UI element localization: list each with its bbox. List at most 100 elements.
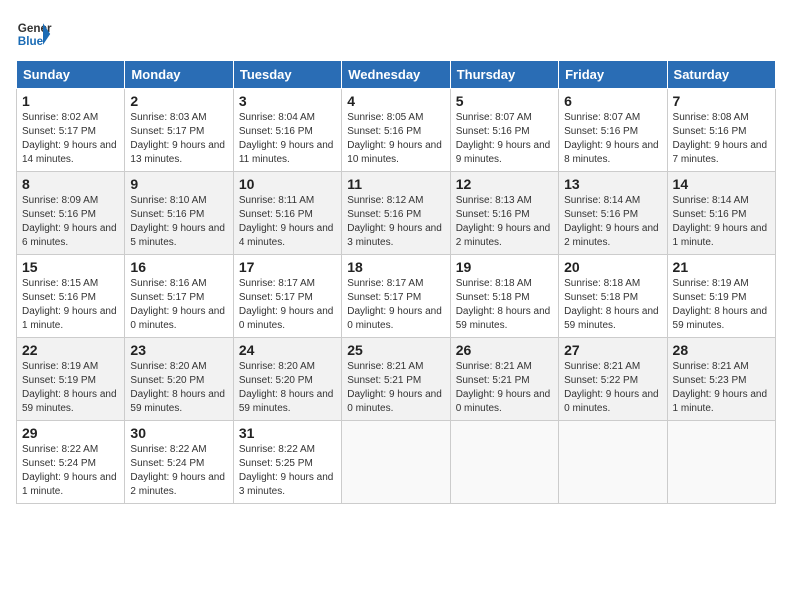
- logo: General Blue: [16, 16, 52, 52]
- weekday-header-tuesday: Tuesday: [233, 61, 341, 89]
- calendar-day-26: 26 Sunrise: 8:21 AMSunset: 5:21 PMDaylig…: [450, 338, 558, 421]
- calendar-day-19: 19 Sunrise: 8:18 AMSunset: 5:18 PMDaylig…: [450, 255, 558, 338]
- day-number: 27: [564, 342, 661, 358]
- day-info: Sunrise: 8:20 AMSunset: 5:20 PMDaylight:…: [130, 361, 225, 414]
- day-number: 30: [130, 425, 227, 441]
- calendar-day-17: 17 Sunrise: 8:17 AMSunset: 5:17 PMDaylig…: [233, 255, 341, 338]
- weekday-header-wednesday: Wednesday: [342, 61, 450, 89]
- svg-text:Blue: Blue: [18, 35, 44, 48]
- day-info: Sunrise: 8:18 AMSunset: 5:18 PMDaylight:…: [456, 278, 551, 331]
- day-number: 26: [456, 342, 553, 358]
- calendar-day-9: 9 Sunrise: 8:10 AMSunset: 5:16 PMDayligh…: [125, 172, 233, 255]
- weekday-header-saturday: Saturday: [667, 61, 775, 89]
- calendar-day-12: 12 Sunrise: 8:13 AMSunset: 5:16 PMDaylig…: [450, 172, 558, 255]
- day-number: 22: [22, 342, 119, 358]
- day-number: 15: [22, 259, 119, 275]
- calendar-day-2: 2 Sunrise: 8:03 AMSunset: 5:17 PMDayligh…: [125, 89, 233, 172]
- header: General Blue: [16, 16, 776, 52]
- day-info: Sunrise: 8:15 AMSunset: 5:16 PMDaylight:…: [22, 278, 117, 331]
- weekday-header-thursday: Thursday: [450, 61, 558, 89]
- day-number: 17: [239, 259, 336, 275]
- calendar-day-13: 13 Sunrise: 8:14 AMSunset: 5:16 PMDaylig…: [559, 172, 667, 255]
- calendar-week-5: 29 Sunrise: 8:22 AMSunset: 5:24 PMDaylig…: [17, 421, 776, 504]
- day-info: Sunrise: 8:05 AMSunset: 5:16 PMDaylight:…: [347, 112, 442, 165]
- calendar-day-7: 7 Sunrise: 8:08 AMSunset: 5:16 PMDayligh…: [667, 89, 775, 172]
- day-number: 13: [564, 176, 661, 192]
- calendar-day-6: 6 Sunrise: 8:07 AMSunset: 5:16 PMDayligh…: [559, 89, 667, 172]
- calendar-week-4: 22 Sunrise: 8:19 AMSunset: 5:19 PMDaylig…: [17, 338, 776, 421]
- day-number: 5: [456, 93, 553, 109]
- day-number: 8: [22, 176, 119, 192]
- day-info: Sunrise: 8:04 AMSunset: 5:16 PMDaylight:…: [239, 112, 334, 165]
- calendar-table: SundayMondayTuesdayWednesdayThursdayFrid…: [16, 60, 776, 504]
- day-number: 28: [673, 342, 770, 358]
- calendar-day-8: 8 Sunrise: 8:09 AMSunset: 5:16 PMDayligh…: [17, 172, 125, 255]
- day-number: 9: [130, 176, 227, 192]
- calendar-day-15: 15 Sunrise: 8:15 AMSunset: 5:16 PMDaylig…: [17, 255, 125, 338]
- day-info: Sunrise: 8:21 AMSunset: 5:21 PMDaylight:…: [456, 361, 551, 414]
- calendar-week-3: 15 Sunrise: 8:15 AMSunset: 5:16 PMDaylig…: [17, 255, 776, 338]
- calendar-day-23: 23 Sunrise: 8:20 AMSunset: 5:20 PMDaylig…: [125, 338, 233, 421]
- day-info: Sunrise: 8:18 AMSunset: 5:18 PMDaylight:…: [564, 278, 659, 331]
- calendar-week-2: 8 Sunrise: 8:09 AMSunset: 5:16 PMDayligh…: [17, 172, 776, 255]
- day-number: 12: [456, 176, 553, 192]
- day-number: 19: [456, 259, 553, 275]
- calendar-day-10: 10 Sunrise: 8:11 AMSunset: 5:16 PMDaylig…: [233, 172, 341, 255]
- day-number: 6: [564, 93, 661, 109]
- calendar-day-28: 28 Sunrise: 8:21 AMSunset: 5:23 PMDaylig…: [667, 338, 775, 421]
- day-info: Sunrise: 8:17 AMSunset: 5:17 PMDaylight:…: [347, 278, 442, 331]
- calendar-day-21: 21 Sunrise: 8:19 AMSunset: 5:19 PMDaylig…: [667, 255, 775, 338]
- weekday-header-sunday: Sunday: [17, 61, 125, 89]
- day-number: 25: [347, 342, 444, 358]
- day-info: Sunrise: 8:13 AMSunset: 5:16 PMDaylight:…: [456, 195, 551, 248]
- calendar-day-4: 4 Sunrise: 8:05 AMSunset: 5:16 PMDayligh…: [342, 89, 450, 172]
- day-number: 16: [130, 259, 227, 275]
- calendar-day-1: 1 Sunrise: 8:02 AMSunset: 5:17 PMDayligh…: [17, 89, 125, 172]
- day-number: 29: [22, 425, 119, 441]
- day-number: 24: [239, 342, 336, 358]
- day-number: 14: [673, 176, 770, 192]
- empty-cell: [450, 421, 558, 504]
- weekday-header-friday: Friday: [559, 61, 667, 89]
- day-info: Sunrise: 8:21 AMSunset: 5:21 PMDaylight:…: [347, 361, 442, 414]
- day-number: 20: [564, 259, 661, 275]
- day-number: 2: [130, 93, 227, 109]
- day-number: 7: [673, 93, 770, 109]
- day-number: 10: [239, 176, 336, 192]
- calendar-day-5: 5 Sunrise: 8:07 AMSunset: 5:16 PMDayligh…: [450, 89, 558, 172]
- day-info: Sunrise: 8:16 AMSunset: 5:17 PMDaylight:…: [130, 278, 225, 331]
- calendar-day-30: 30 Sunrise: 8:22 AMSunset: 5:24 PMDaylig…: [125, 421, 233, 504]
- calendar-week-1: 1 Sunrise: 8:02 AMSunset: 5:17 PMDayligh…: [17, 89, 776, 172]
- calendar-day-25: 25 Sunrise: 8:21 AMSunset: 5:21 PMDaylig…: [342, 338, 450, 421]
- day-number: 21: [673, 259, 770, 275]
- day-number: 4: [347, 93, 444, 109]
- day-number: 11: [347, 176, 444, 192]
- calendar-day-27: 27 Sunrise: 8:21 AMSunset: 5:22 PMDaylig…: [559, 338, 667, 421]
- day-info: Sunrise: 8:12 AMSunset: 5:16 PMDaylight:…: [347, 195, 442, 248]
- calendar-day-20: 20 Sunrise: 8:18 AMSunset: 5:18 PMDaylig…: [559, 255, 667, 338]
- calendar-day-16: 16 Sunrise: 8:16 AMSunset: 5:17 PMDaylig…: [125, 255, 233, 338]
- day-info: Sunrise: 8:22 AMSunset: 5:25 PMDaylight:…: [239, 444, 334, 497]
- day-info: Sunrise: 8:07 AMSunset: 5:16 PMDaylight:…: [456, 112, 551, 165]
- day-info: Sunrise: 8:08 AMSunset: 5:16 PMDaylight:…: [673, 112, 768, 165]
- day-info: Sunrise: 8:22 AMSunset: 5:24 PMDaylight:…: [22, 444, 117, 497]
- calendar-day-3: 3 Sunrise: 8:04 AMSunset: 5:16 PMDayligh…: [233, 89, 341, 172]
- calendar-day-29: 29 Sunrise: 8:22 AMSunset: 5:24 PMDaylig…: [17, 421, 125, 504]
- calendar-day-31: 31 Sunrise: 8:22 AMSunset: 5:25 PMDaylig…: [233, 421, 341, 504]
- day-info: Sunrise: 8:10 AMSunset: 5:16 PMDaylight:…: [130, 195, 225, 248]
- day-info: Sunrise: 8:19 AMSunset: 5:19 PMDaylight:…: [673, 278, 768, 331]
- calendar-day-24: 24 Sunrise: 8:20 AMSunset: 5:20 PMDaylig…: [233, 338, 341, 421]
- empty-cell: [559, 421, 667, 504]
- empty-cell: [342, 421, 450, 504]
- day-info: Sunrise: 8:17 AMSunset: 5:17 PMDaylight:…: [239, 278, 334, 331]
- day-info: Sunrise: 8:21 AMSunset: 5:22 PMDaylight:…: [564, 361, 659, 414]
- calendar-day-11: 11 Sunrise: 8:12 AMSunset: 5:16 PMDaylig…: [342, 172, 450, 255]
- day-info: Sunrise: 8:19 AMSunset: 5:19 PMDaylight:…: [22, 361, 117, 414]
- day-info: Sunrise: 8:11 AMSunset: 5:16 PMDaylight:…: [239, 195, 334, 248]
- day-info: Sunrise: 8:07 AMSunset: 5:16 PMDaylight:…: [564, 112, 659, 165]
- day-info: Sunrise: 8:14 AMSunset: 5:16 PMDaylight:…: [564, 195, 659, 248]
- logo-icon: General Blue: [16, 16, 52, 52]
- day-info: Sunrise: 8:09 AMSunset: 5:16 PMDaylight:…: [22, 195, 117, 248]
- day-info: Sunrise: 8:20 AMSunset: 5:20 PMDaylight:…: [239, 361, 334, 414]
- day-info: Sunrise: 8:21 AMSunset: 5:23 PMDaylight:…: [673, 361, 768, 414]
